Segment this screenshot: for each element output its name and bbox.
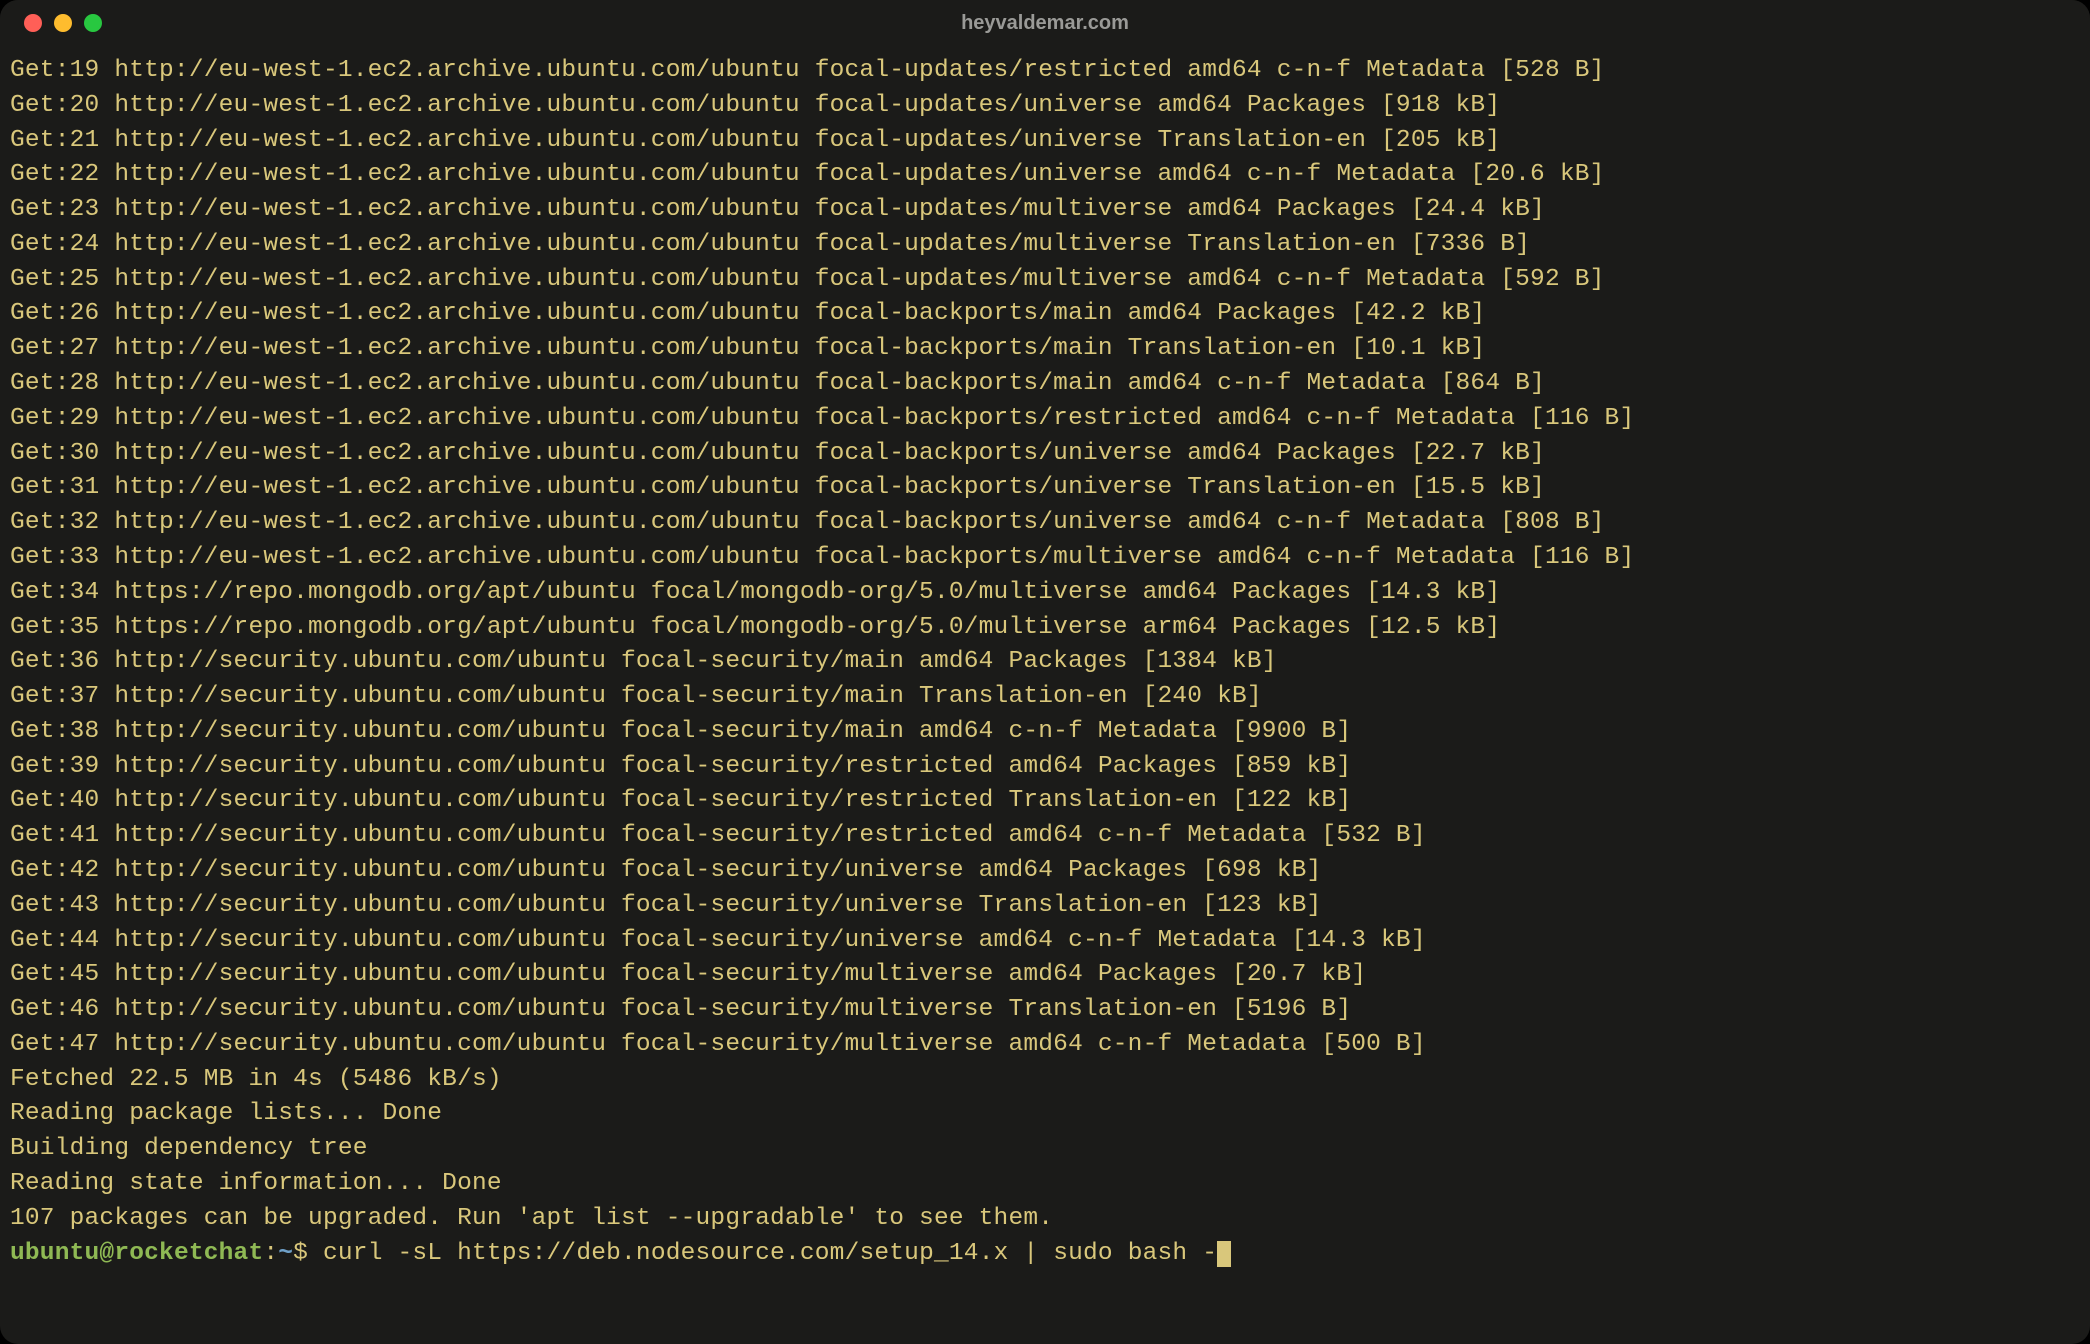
terminal-line: Get:31 http://eu-west-1.ec2.archive.ubun…: [10, 471, 2080, 506]
terminal-line: Get:37 http://security.ubuntu.com/ubuntu…: [10, 680, 2080, 715]
terminal-line: Get:20 http://eu-west-1.ec2.archive.ubun…: [10, 89, 2080, 124]
terminal-line: Get:26 http://eu-west-1.ec2.archive.ubun…: [10, 297, 2080, 332]
terminal-line: Get:35 https://repo.mongodb.org/apt/ubun…: [10, 611, 2080, 646]
minimize-icon[interactable]: [54, 14, 72, 32]
terminal-line: Get:24 http://eu-west-1.ec2.archive.ubun…: [10, 228, 2080, 263]
prompt-at: @: [99, 1240, 114, 1267]
terminal-body[interactable]: Get:19 http://eu-west-1.ec2.archive.ubun…: [0, 46, 2090, 1281]
terminal-line: Get:47 http://security.ubuntu.com/ubuntu…: [10, 1028, 2080, 1063]
terminal-line: Get:19 http://eu-west-1.ec2.archive.ubun…: [10, 54, 2080, 89]
terminal-line: Get:25 http://eu-west-1.ec2.archive.ubun…: [10, 263, 2080, 298]
terminal-line: Building dependency tree: [10, 1132, 2080, 1167]
terminal-line: Get:41 http://security.ubuntu.com/ubuntu…: [10, 819, 2080, 854]
terminal-line: Get:28 http://eu-west-1.ec2.archive.ubun…: [10, 367, 2080, 402]
terminal-line: Get:45 http://security.ubuntu.com/ubuntu…: [10, 958, 2080, 993]
terminal-line: Get:39 http://security.ubuntu.com/ubuntu…: [10, 750, 2080, 785]
titlebar: heyvaldemar.com: [0, 0, 2090, 46]
terminal-line: Get:30 http://eu-west-1.ec2.archive.ubun…: [10, 437, 2080, 472]
terminal-line: Fetched 22.5 MB in 4s (5486 kB/s): [10, 1063, 2080, 1098]
prompt-path: ~: [278, 1240, 293, 1267]
prompt-colon: :: [263, 1240, 278, 1267]
terminal-line: Get:36 http://security.ubuntu.com/ubuntu…: [10, 645, 2080, 680]
window-title: heyvaldemar.com: [20, 12, 2070, 35]
terminal-line: Get:27 http://eu-west-1.ec2.archive.ubun…: [10, 332, 2080, 367]
terminal-window: heyvaldemar.com Get:19 http://eu-west-1.…: [0, 0, 2090, 1344]
prompt-user: ubuntu: [10, 1240, 99, 1267]
terminal-line: Get:22 http://eu-west-1.ec2.archive.ubun…: [10, 158, 2080, 193]
prompt-host: rocketchat: [114, 1240, 263, 1267]
terminal-line: Get:46 http://security.ubuntu.com/ubuntu…: [10, 993, 2080, 1028]
terminal-output: Get:19 http://eu-west-1.ec2.archive.ubun…: [10, 54, 2080, 1237]
terminal-line: Get:42 http://security.ubuntu.com/ubuntu…: [10, 854, 2080, 889]
terminal-line: 107 packages can be upgraded. Run 'apt l…: [10, 1202, 2080, 1237]
terminal-line: Get:32 http://eu-west-1.ec2.archive.ubun…: [10, 506, 2080, 541]
prompt-line: ubuntu@rocketchat:~$ curl -sL https://de…: [10, 1237, 2080, 1272]
terminal-line: Get:23 http://eu-west-1.ec2.archive.ubun…: [10, 193, 2080, 228]
terminal-line: Get:40 http://security.ubuntu.com/ubuntu…: [10, 784, 2080, 819]
terminal-line: Get:44 http://security.ubuntu.com/ubuntu…: [10, 924, 2080, 959]
terminal-line: Get:29 http://eu-west-1.ec2.archive.ubun…: [10, 402, 2080, 437]
terminal-line: Reading state information... Done: [10, 1167, 2080, 1202]
terminal-line: Get:33 http://eu-west-1.ec2.archive.ubun…: [10, 541, 2080, 576]
close-icon[interactable]: [24, 14, 42, 32]
terminal-line: Get:21 http://eu-west-1.ec2.archive.ubun…: [10, 124, 2080, 159]
terminal-line: Get:34 https://repo.mongodb.org/apt/ubun…: [10, 576, 2080, 611]
terminal-line: Reading package lists... Done: [10, 1097, 2080, 1132]
maximize-icon[interactable]: [84, 14, 102, 32]
terminal-line: Get:43 http://security.ubuntu.com/ubuntu…: [10, 889, 2080, 924]
command-input[interactable]: curl -sL https://deb.nodesource.com/setu…: [323, 1240, 1217, 1267]
traffic-lights: [24, 14, 102, 32]
terminal-line: Get:38 http://security.ubuntu.com/ubuntu…: [10, 715, 2080, 750]
cursor-icon: [1217, 1241, 1231, 1267]
prompt-symbol: $: [293, 1240, 308, 1267]
